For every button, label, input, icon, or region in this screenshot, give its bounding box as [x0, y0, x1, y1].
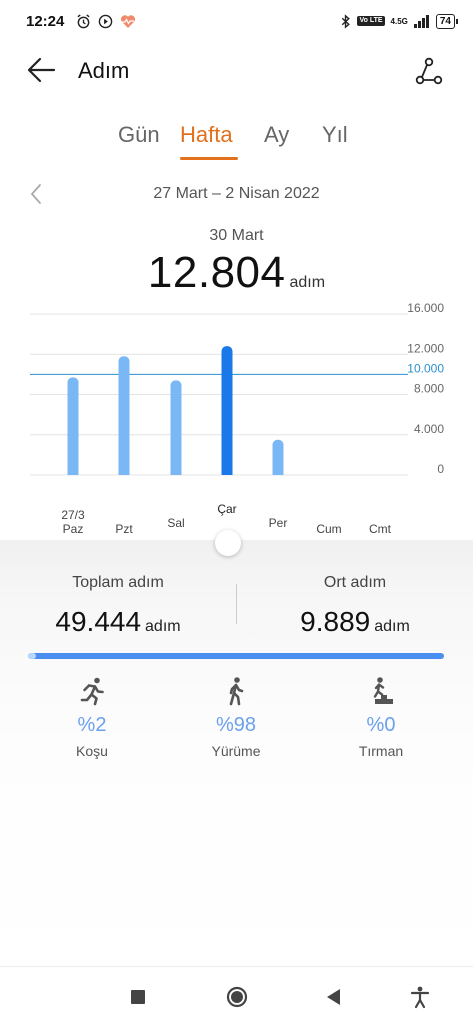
total-steps-unit: adım [145, 618, 181, 635]
battery-indicator: 74 [435, 13, 459, 29]
active-tab-indicator [180, 157, 238, 160]
total-steps-stat: Toplam adım 49.444 adım [0, 574, 236, 638]
date-range: 27 Mart – 2 Nisan 2022 [153, 185, 320, 202]
activity-progress-bar [28, 653, 444, 659]
y-tick-label: 8.000 [414, 382, 444, 396]
y-tick-label: 4.000 [414, 422, 444, 436]
total-steps-label: Toplam adım [72, 574, 164, 591]
activity-climbing[interactable]: %0 Tırman [316, 676, 446, 759]
goal-label: 10.000 [407, 361, 444, 375]
walking-icon [229, 677, 244, 706]
average-steps-stat: Ort adım 9.889 adım [237, 574, 473, 638]
alarm-icon [77, 13, 90, 28]
running-icon [80, 677, 104, 706]
selected-step-unit: adım [289, 274, 326, 291]
recents-square-icon[interactable] [124, 983, 152, 1011]
page-title: Adım [78, 58, 130, 83]
signal-icon [413, 14, 429, 28]
y-tick-label: 0 [437, 462, 444, 476]
running-percent: %2 [77, 714, 107, 736]
route-icon[interactable] [414, 56, 444, 86]
running-label: Koşu [76, 743, 108, 759]
bar[interactable] [170, 380, 182, 475]
walking-label: Yürüme [211, 743, 261, 759]
selected-date: 30 Mart [209, 227, 264, 244]
running-segment [28, 653, 37, 659]
x-tick-label: Per [269, 516, 288, 530]
app-header: Adım [0, 48, 473, 92]
weekly-steps-chart[interactable]: 0 4.000 8.000 12.000 16.000 10.000 Paz Pzt Sal Ça… [0, 300, 473, 560]
average-steps-unit: adım [374, 618, 410, 635]
climbing-icon [369, 677, 393, 704]
activity-running[interactable]: %2 Koşu [27, 676, 157, 759]
panel-drag-handle[interactable] [215, 530, 241, 556]
x-tick-label: Paz [63, 522, 84, 536]
tab-year[interactable]: Yıl [322, 122, 348, 148]
selected-step-count: 12.804 [147, 248, 286, 297]
back-triangle-icon[interactable] [319, 983, 347, 1011]
period-tabs: Gün Hafta Ay Yıl [0, 122, 473, 162]
climbing-label: Tırman [358, 743, 404, 759]
y-tick-label: 16.000 [407, 301, 444, 315]
x-tick-label: Pzt [115, 522, 133, 536]
bar[interactable] [221, 346, 233, 475]
bar-base [67, 469, 79, 475]
x-date-label: 27/3 [61, 508, 85, 522]
x-tick-label: Sal [167, 516, 184, 530]
climbing-percent: %0 [366, 714, 396, 736]
status-bar: 12:24 Vo LTE 4.5G 74 [0, 0, 473, 42]
selected-value-row: 12.804 adım [0, 248, 473, 298]
bluetooth-icon [342, 13, 351, 29]
bar[interactable] [67, 377, 79, 475]
average-steps-label: Ort adım [323, 574, 387, 591]
network-type: 4.5G [390, 16, 408, 26]
bar[interactable] [118, 356, 130, 475]
accessibility-icon[interactable] [406, 983, 434, 1011]
y-tick-label: 12.000 [407, 341, 444, 355]
volte-badge: Vo LTE [357, 16, 385, 26]
x-tick-label: Cum [316, 522, 341, 536]
back-arrow-icon[interactable] [26, 56, 56, 84]
play-circle-icon [99, 14, 113, 28]
average-steps-value: 9.889 [300, 606, 371, 637]
health-heart-icon [121, 14, 136, 28]
x-tick-label: Çar [217, 502, 236, 516]
total-steps-value: 49.444 [55, 606, 142, 637]
bar-base [272, 469, 284, 475]
bar-base [221, 469, 233, 475]
status-time: 12:24 [26, 12, 65, 30]
tab-month[interactable]: Ay [264, 122, 289, 148]
bar-base [118, 469, 130, 475]
activity-walking[interactable]: %98 Yürüme [171, 676, 301, 759]
tab-day[interactable]: Gün [118, 122, 160, 148]
system-nav-bar [0, 966, 473, 1024]
bar-base [170, 469, 182, 475]
home-circle-icon[interactable] [223, 983, 251, 1011]
x-tick-label: Cmt [369, 522, 392, 536]
tab-week[interactable]: Hafta [180, 122, 233, 148]
walking-percent: %98 [215, 714, 257, 736]
